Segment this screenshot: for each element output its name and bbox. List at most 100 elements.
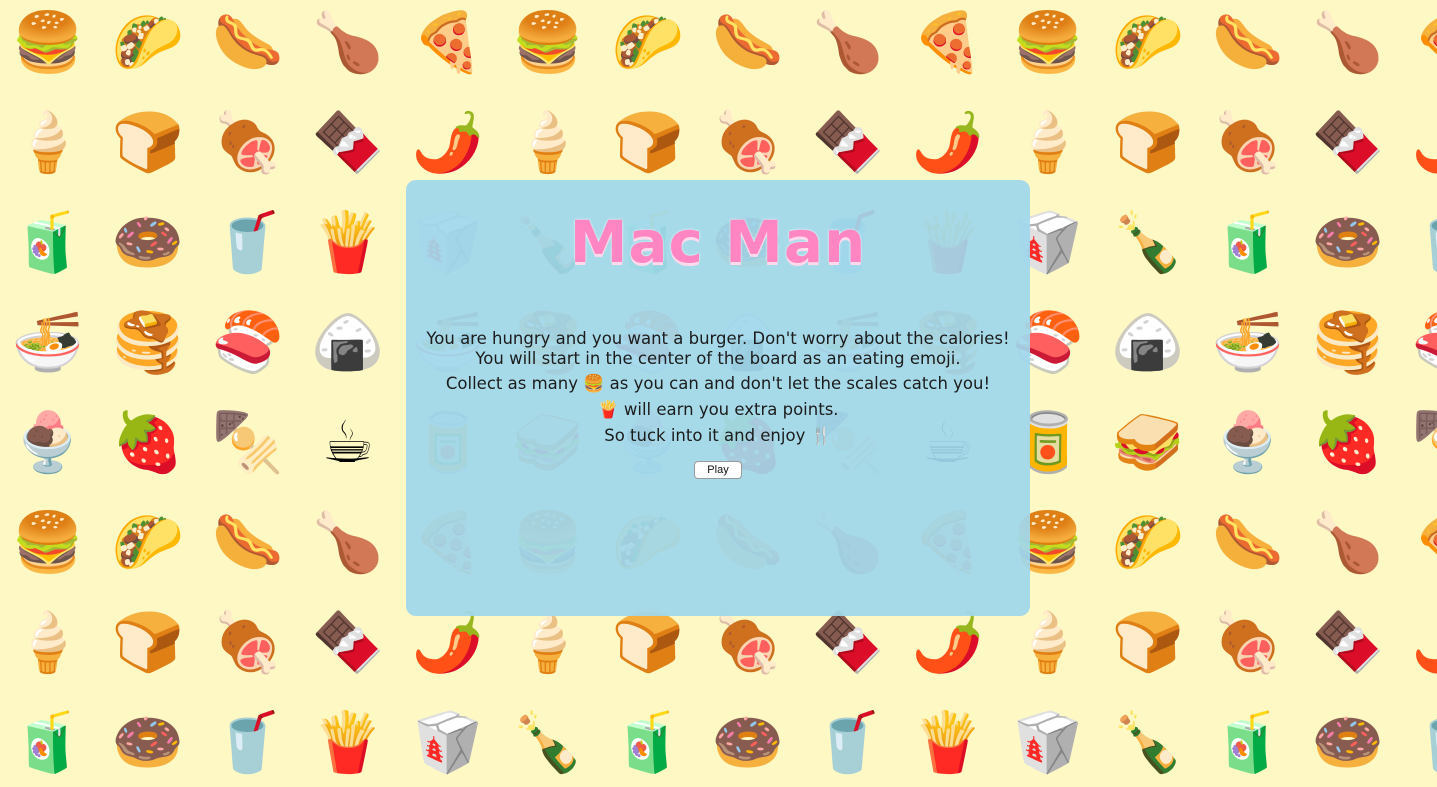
instruction-line-3-end: as you can and don't let the scales catc… xyxy=(604,374,991,393)
food-sticker-icon: 🧃 xyxy=(1211,708,1285,776)
food-sticker-icon: 🍫 xyxy=(1311,108,1385,176)
food-sticker-icon: 🧃 xyxy=(611,708,685,776)
food-sticker-icon: 🍩 xyxy=(1311,208,1385,276)
food-sticker-icon: 🌮 xyxy=(1111,8,1185,76)
food-sticker-icon: 🧃 xyxy=(1211,208,1285,276)
food-sticker-icon: 🍣 xyxy=(1408,302,1437,382)
food-sticker-icon: 🌶️ xyxy=(1408,102,1437,182)
food-sticker-icon: 🍓 xyxy=(1311,408,1385,476)
food-sticker-icon: 🌭 xyxy=(211,8,285,76)
food-sticker-icon: 🥪 xyxy=(1111,408,1185,476)
food-sticker-icon: 🍞 xyxy=(611,108,685,176)
food-sticker-icon: 🥡 xyxy=(1011,708,1085,776)
food-sticker-icon: 🌮 xyxy=(111,8,185,76)
food-sticker-icon: 🍜 xyxy=(11,308,85,376)
food-sticker-icon: 🍔 xyxy=(511,8,585,76)
food-sticker-icon: 🌭 xyxy=(1211,8,1285,76)
food-sticker-icon: 🧃 xyxy=(11,708,85,776)
instruction-line-4-text: will earn you extra points. xyxy=(618,400,839,419)
food-sticker-icon: 🌮 xyxy=(1111,508,1185,576)
food-sticker-icon: 🍙 xyxy=(311,308,385,376)
food-sticker-icon: 🍾 xyxy=(1111,208,1185,276)
instruction-line-5: So tuck into it and enjoy 🍴 xyxy=(406,425,1030,447)
instruction-line-3: Collect as many 🍔 as you can and don't l… xyxy=(406,373,1030,395)
food-sticker-icon: 🍦 xyxy=(1011,108,1085,176)
food-sticker-icon: 🍔 xyxy=(11,8,85,76)
food-sticker-icon: 🍩 xyxy=(111,708,185,776)
food-sticker-icon: 🍟 xyxy=(911,708,985,776)
food-sticker-icon: 🍫 xyxy=(311,108,385,176)
food-sticker-icon: 🍩 xyxy=(711,708,785,776)
food-sticker-icon: 🍨 xyxy=(1211,408,1285,476)
food-sticker-icon: 🍟 xyxy=(311,708,385,776)
food-sticker-icon: 🍣 xyxy=(211,308,285,376)
food-sticker-icon: 🌶️ xyxy=(411,108,485,176)
food-sticker-icon: 🌭 xyxy=(211,508,285,576)
fork-knife-icon: 🍴 xyxy=(810,426,832,446)
food-sticker-icon: 🍦 xyxy=(11,608,85,676)
instruction-line-2: You will start in the center of the boar… xyxy=(475,349,961,368)
food-sticker-icon: 🌮 xyxy=(611,8,685,76)
food-sticker-icon: 🍖 xyxy=(1211,608,1285,676)
instruction-line-5-text: So tuck into it and enjoy xyxy=(604,426,811,445)
food-sticker-icon: 🍗 xyxy=(1311,508,1385,576)
food-sticker-icon: 🍦 xyxy=(11,108,85,176)
food-sticker-icon: 🍞 xyxy=(1111,108,1185,176)
food-sticker-icon: 🍗 xyxy=(311,8,385,76)
food-sticker-icon: 🍕 xyxy=(411,8,485,76)
food-sticker-icon: 🍦 xyxy=(511,108,585,176)
food-sticker-icon: 🍨 xyxy=(11,408,85,476)
burger-icon: 🍔 xyxy=(583,374,605,394)
food-sticker-icon: 🥤 xyxy=(211,208,285,276)
instruction-line-3-start: Collect as many xyxy=(445,374,584,393)
food-sticker-icon: 🥤 xyxy=(1408,202,1437,282)
start-dialog: Mac Man You are hungry and you want a bu… xyxy=(406,180,1030,616)
food-sticker-icon: ☕ xyxy=(322,408,374,476)
food-sticker-icon: 🍗 xyxy=(1311,8,1385,76)
food-sticker-icon: 🍫 xyxy=(311,608,385,676)
food-sticker-icon: 🥤 xyxy=(211,708,285,776)
play-button[interactable]: Play xyxy=(694,461,742,479)
food-sticker-icon: 🍔 xyxy=(1011,8,1085,76)
food-sticker-icon: 🍖 xyxy=(211,608,285,676)
instruction-line-1: You are hungry and you want a burger. Do… xyxy=(426,329,1010,348)
food-sticker-icon: 🍞 xyxy=(111,608,185,676)
food-sticker-icon: 🌭 xyxy=(1211,508,1285,576)
food-sticker-icon: 🥞 xyxy=(1311,308,1385,376)
food-sticker-icon: 🍖 xyxy=(211,108,285,176)
food-sticker-icon: 🍫 xyxy=(1311,608,1385,676)
food-sticker-icon: 🍫 xyxy=(811,108,885,176)
food-sticker-icon: 🌶️ xyxy=(1408,602,1437,682)
food-sticker-icon: 🍜 xyxy=(1211,308,1285,376)
food-sticker-icon: 🌭 xyxy=(711,8,785,76)
instruction-line-4: 🍟 will earn you extra points. xyxy=(406,399,1030,421)
food-sticker-icon: 🍗 xyxy=(311,508,385,576)
food-sticker-icon: 🍓 xyxy=(111,408,185,476)
food-sticker-icon: 🍖 xyxy=(711,108,785,176)
food-sticker-icon: 🍙 xyxy=(1111,308,1185,376)
food-sticker-icon: 🍖 xyxy=(1211,108,1285,176)
food-sticker-icon: 🍾 xyxy=(511,708,585,776)
food-sticker-icon: 🍢 xyxy=(211,408,285,476)
food-sticker-icon: 🥤 xyxy=(811,708,885,776)
food-sticker-icon: 🍔 xyxy=(11,508,85,576)
food-sticker-icon: 🍞 xyxy=(1111,608,1185,676)
fries-icon: 🍟 xyxy=(597,400,619,420)
instructions: You are hungry and you want a burger. Do… xyxy=(406,329,1030,447)
food-sticker-icon: 🍩 xyxy=(1311,708,1385,776)
food-sticker-icon: 🌮 xyxy=(111,508,185,576)
food-sticker-icon: 🥡 xyxy=(411,708,485,776)
food-sticker-icon: 🍟 xyxy=(311,208,385,276)
food-sticker-icon: 🍩 xyxy=(111,208,185,276)
food-sticker-icon: 🍞 xyxy=(111,108,185,176)
food-sticker-icon: 🍕 xyxy=(911,8,985,76)
food-sticker-icon: 🌶️ xyxy=(911,108,985,176)
food-sticker-icon: 🍗 xyxy=(811,8,885,76)
food-sticker-icon: 🧃 xyxy=(11,208,85,276)
food-sticker-icon: 🍾 xyxy=(1111,708,1185,776)
food-sticker-icon: 🍕 xyxy=(1408,2,1437,82)
food-sticker-icon: 🍢 xyxy=(1408,402,1437,482)
food-sticker-icon: 🥤 xyxy=(1408,702,1437,782)
food-sticker-icon: 🥞 xyxy=(111,308,185,376)
food-sticker-icon: 🍕 xyxy=(1408,502,1437,582)
